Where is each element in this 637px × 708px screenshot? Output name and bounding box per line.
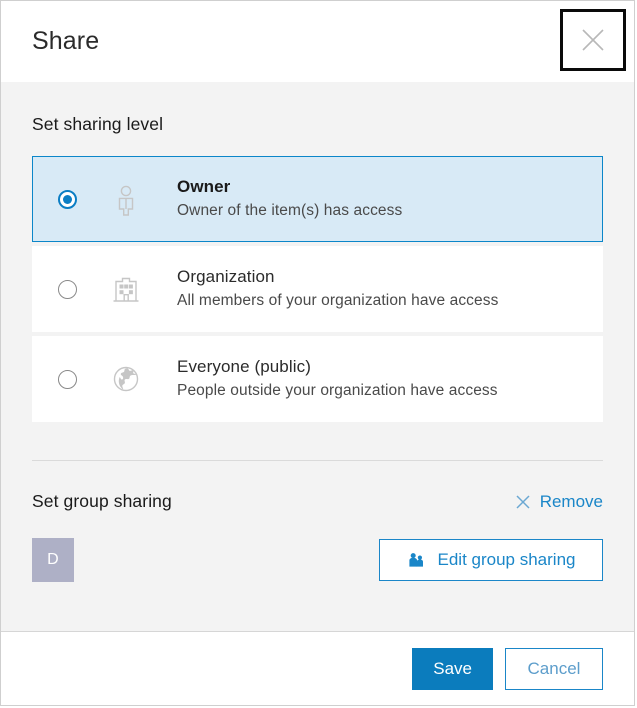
sharing-option-owner[interactable]: Owner Owner of the item(s) has access — [32, 156, 603, 242]
radio-cell-organization — [33, 280, 101, 299]
group-avatar[interactable]: D — [32, 538, 74, 582]
icon-cell-everyone — [101, 362, 151, 396]
icon-cell-organization — [101, 272, 151, 306]
sharing-option-title: Everyone (public) — [177, 356, 588, 378]
sharing-option-organization[interactable]: Organization All members of your organiz… — [32, 246, 603, 332]
radio-owner[interactable] — [58, 190, 77, 209]
radio-everyone[interactable] — [58, 370, 77, 389]
remove-button[interactable]: Remove — [515, 492, 603, 512]
remove-label: Remove — [540, 492, 603, 512]
sharing-option-title: Organization — [177, 266, 588, 288]
dialog-footer: Save Cancel — [1, 631, 634, 705]
dialog-body: Set sharing level Owner Owner of the ite… — [1, 82, 634, 631]
radio-cell-everyone — [33, 370, 101, 389]
sharing-option-description: All members of your organization have ac… — [177, 289, 588, 312]
edit-group-sharing-button[interactable]: Edit group sharing — [379, 539, 603, 581]
building-icon — [109, 272, 143, 306]
radio-cell-owner — [33, 190, 101, 209]
page-title: Share — [32, 27, 99, 56]
text-cell-owner: Owner Owner of the item(s) has access — [151, 176, 602, 222]
text-cell-organization: Organization All members of your organiz… — [151, 266, 602, 312]
cancel-button[interactable]: Cancel — [505, 648, 603, 690]
dialog-header: Share — [1, 1, 634, 82]
sharing-option-title: Owner — [177, 176, 588, 198]
text-cell-everyone: Everyone (public) People outside your or… — [151, 356, 602, 402]
sharing-level-list: Owner Owner of the item(s) has access — [32, 156, 603, 422]
close-icon — [515, 494, 531, 510]
group-sharing-header: Set group sharing Remove — [32, 461, 603, 512]
save-button[interactable]: Save — [412, 648, 493, 690]
sharing-option-description: People outside your organization have ac… — [177, 379, 588, 402]
share-dialog: Share Set sharing level — [0, 0, 635, 706]
group-sharing-content: D Edit group sharing — [32, 538, 603, 582]
globe-icon — [109, 362, 143, 396]
sharing-option-description: Owner of the item(s) has access — [177, 199, 588, 222]
close-icon — [580, 27, 606, 53]
sharing-level-heading: Set sharing level — [32, 82, 603, 135]
close-button[interactable] — [560, 9, 626, 71]
icon-cell-owner — [101, 182, 151, 216]
radio-organization[interactable] — [58, 280, 77, 299]
group-sharing-heading: Set group sharing — [32, 491, 172, 512]
edit-group-sharing-label: Edit group sharing — [438, 550, 576, 570]
group-icon — [407, 551, 426, 570]
person-icon — [109, 182, 143, 216]
sharing-option-everyone[interactable]: Everyone (public) People outside your or… — [32, 336, 603, 422]
